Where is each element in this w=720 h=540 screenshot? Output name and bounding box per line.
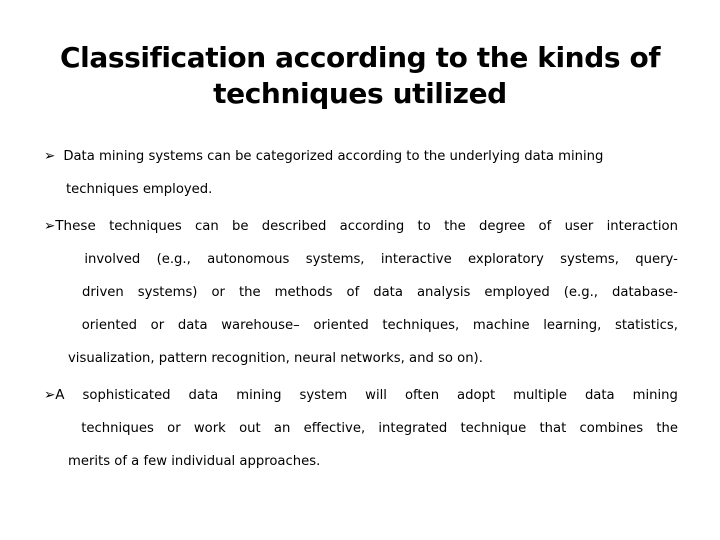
word: mining — [632, 388, 678, 403]
word: or — [211, 285, 225, 300]
word: techniques — [81, 421, 154, 436]
bullet-3-text: ➢A sophisticated data mining system will often… — [44, 379, 678, 478]
bullet-marker-icon: ➢These — [44, 218, 96, 234]
word: of — [346, 285, 360, 300]
word: interaction — [606, 219, 678, 234]
word: data — [373, 285, 403, 300]
word: data — [177, 318, 208, 333]
word: out — [239, 421, 261, 436]
bullet-marker-icon: ➢ — [44, 148, 56, 164]
word: systems, — [305, 252, 365, 267]
word: sophisticated — [82, 388, 171, 403]
word: data — [188, 388, 219, 403]
word: database- — [612, 285, 678, 300]
word: oriented — [313, 318, 369, 333]
word: described — [261, 219, 327, 234]
bullet-item-2: ➢These techniques can be described according t… — [44, 210, 678, 375]
word: statistics, — [614, 318, 678, 333]
slide-title-line-1: Classification according to the kinds of — [60, 41, 661, 74]
word: techniques, — [382, 318, 460, 333]
word: will — [365, 388, 387, 403]
bullet-2-line-4: oriented or data warehouse– oriented techniqu… — [44, 309, 678, 342]
bullet-2-line-2: involved (e.g., autonomous systems, interact… — [44, 243, 678, 276]
word: according — [339, 219, 405, 234]
word: learning, — [543, 318, 602, 333]
word: machine — [472, 318, 530, 333]
word: interactive — [380, 252, 452, 267]
slide-title-line-2: techniques utilized — [213, 77, 507, 110]
bullet-1-text: ➢ Data mining systems can be categorized … — [44, 140, 678, 206]
word: effective, — [303, 421, 366, 436]
word: employed — [484, 285, 550, 300]
word: be — [232, 219, 249, 234]
word: technique — [460, 421, 527, 436]
word: combines — [579, 421, 644, 436]
word: the — [444, 219, 466, 234]
word: user — [564, 219, 594, 234]
word: can — [195, 219, 219, 234]
bullet-1-line-2: techniques employed. — [44, 173, 678, 206]
slide-title: Classification according to the kinds of… — [60, 40, 661, 112]
word: or — [167, 421, 181, 436]
word: methods — [274, 285, 333, 300]
word: involved — [84, 252, 141, 267]
word: the — [239, 285, 261, 300]
line-text: visualization, pattern recognition, neur… — [68, 351, 483, 366]
presentation-slide: Classification according to the kinds of… — [0, 0, 720, 540]
word: integrated — [378, 421, 448, 436]
word: of — [538, 219, 552, 234]
word: analysis — [416, 285, 471, 300]
bullet-2-text: ➢These techniques can be described according t… — [44, 210, 678, 375]
word: system — [299, 388, 348, 403]
bullet-1-line-2-text: techniques employed. — [66, 182, 213, 197]
word: work — [193, 421, 226, 436]
word: an — [273, 421, 291, 436]
word: warehouse– — [221, 318, 300, 333]
word: degree — [479, 219, 526, 234]
bullet-2-line-1: ➢These techniques can be described according t… — [44, 210, 678, 243]
word: mining — [236, 388, 282, 403]
bullet-2-line-3: driven systems) or the methods of data analysis… — [44, 276, 678, 309]
word: techniques — [109, 219, 182, 234]
bullet-1-line-1: ➢ Data mining systems can be categorized … — [44, 140, 678, 173]
word: query- — [635, 252, 678, 267]
word: systems, — [560, 252, 619, 267]
bullet-marker-icon: ➢A — [44, 387, 65, 403]
bullet-item-3: ➢A sophisticated data mining system will often… — [44, 379, 678, 478]
bullet-item-1: ➢ Data mining systems can be categorized … — [44, 140, 678, 206]
word: oriented — [81, 318, 137, 333]
word: exploratory — [468, 252, 544, 267]
word: systems) — [137, 285, 198, 300]
line-text: merits of a few individual approaches. — [68, 454, 321, 469]
word: often — [404, 388, 440, 403]
bullet-3-line-3: merits of a few individual approaches. — [44, 445, 678, 478]
bullet-3-line-2: techniques or work out an effective, integrate… — [44, 412, 678, 445]
word: that — [539, 421, 567, 436]
bullet-3-line-1: ➢A sophisticated data mining system will often… — [44, 379, 678, 412]
bullet-1-line-1-text: Data mining systems can be categorized a… — [63, 149, 604, 164]
word: the — [656, 421, 678, 436]
word: driven — [82, 285, 124, 300]
word: to — [417, 219, 431, 234]
word: data — [584, 388, 615, 403]
word: multiple — [513, 388, 567, 403]
bullet-2-line-5: visualization, pattern recognition, neur… — [44, 342, 678, 375]
word: (e.g., — [563, 285, 598, 300]
word: or — [150, 318, 165, 333]
word: autonomous — [207, 252, 290, 267]
word: (e.g., — [156, 252, 191, 267]
word: adopt — [457, 388, 496, 403]
slide-body: ➢ Data mining systems can be categorized … — [44, 140, 678, 482]
